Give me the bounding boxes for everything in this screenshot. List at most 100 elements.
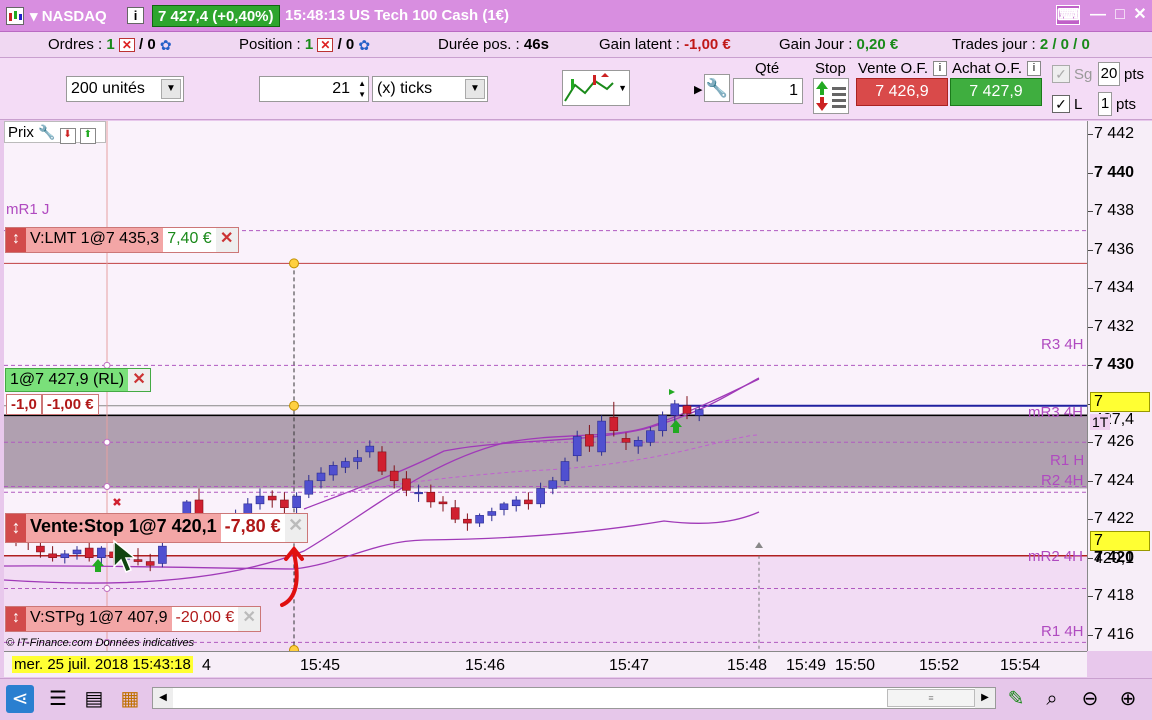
list-icon[interactable]: ☰ bbox=[44, 685, 72, 713]
y-tick-mark bbox=[1088, 634, 1093, 636]
buy-info-icon[interactable]: i bbox=[1027, 61, 1041, 76]
candle-body bbox=[511, 499, 521, 507]
candle-body bbox=[60, 553, 70, 558]
limit-order-tag[interactable]: ↕ V:LMT 1@7 435,3 7,40 € ✕ bbox=[5, 227, 239, 253]
info-icon[interactable]: i bbox=[127, 7, 144, 24]
level-handle bbox=[103, 438, 111, 446]
indicator-chart-icon bbox=[564, 73, 614, 102]
level-r3-4h: R3 4H bbox=[1041, 336, 1084, 353]
units-select[interactable]: 200 unités ▼ bbox=[66, 76, 184, 102]
y-tick-label: 7 424 bbox=[1094, 471, 1135, 489]
drag-handle-icon[interactable]: ↕ bbox=[6, 228, 26, 252]
close-button[interactable]: ✕ bbox=[1128, 5, 1152, 25]
ticks-stepper[interactable]: 21 ▲ ▼ bbox=[259, 76, 369, 102]
trades-value: 2 / 0 / 0 bbox=[1039, 36, 1090, 53]
order-handle bbox=[289, 258, 299, 269]
ticks-unit-select[interactable]: (x) ticks ▼ bbox=[372, 76, 488, 102]
candle-body bbox=[267, 495, 277, 501]
keyboard-icon[interactable]: ⌨ bbox=[1056, 5, 1080, 25]
cancel-order-icon[interactable]: ✕ bbox=[284, 514, 307, 542]
price-axis[interactable]: 7 4427 4407 4387 4367 4347 4327 4307 428… bbox=[1087, 121, 1152, 651]
stepper-arrows-icon[interactable]: ▲ ▼ bbox=[358, 78, 366, 100]
position-tag[interactable]: 1@7 427,9 (RL) ✕ bbox=[5, 368, 152, 392]
wrench-icon[interactable]: 🔧 bbox=[38, 124, 55, 140]
time-instrument: 15:48:13 US Tech 100 Cash (1€) bbox=[285, 7, 509, 24]
stop-order-button[interactable] bbox=[813, 78, 849, 114]
scroll-left-icon[interactable]: ◀ bbox=[153, 688, 173, 708]
chart-list-icon[interactable]: ▤ bbox=[80, 685, 108, 713]
scroll-right-icon[interactable]: ▶ bbox=[975, 688, 995, 708]
sell-button[interactable]: 7 426,9 bbox=[856, 78, 948, 106]
entry-flag bbox=[669, 389, 675, 395]
sg-checkbox[interactable]: ✓ bbox=[1052, 65, 1070, 83]
symbol-dropdown[interactable]: ▾ NASDAQ bbox=[30, 7, 107, 25]
cancel-orders-icon[interactable]: ✕ bbox=[118, 38, 135, 53]
candle-body bbox=[353, 457, 362, 462]
buy-button[interactable]: 7 427,9 bbox=[950, 78, 1042, 106]
y-tick-label: 7 434 bbox=[1094, 279, 1135, 297]
timer-tag: 1T bbox=[1090, 414, 1111, 430]
x-tick-label: 4 bbox=[202, 657, 211, 674]
candle-body bbox=[585, 434, 594, 447]
scroll-thumb[interactable]: ≡ bbox=[887, 689, 975, 707]
spreadsheet-icon[interactable]: ▦ bbox=[116, 685, 144, 713]
sg-input[interactable]: 20 bbox=[1098, 62, 1120, 86]
candle-body bbox=[560, 461, 570, 482]
chart-app-icon[interactable] bbox=[6, 7, 24, 25]
candle-body bbox=[255, 495, 265, 505]
move-down-icon[interactable]: ⬇ bbox=[59, 128, 76, 144]
y-tick-mark bbox=[1088, 442, 1093, 444]
candle-body bbox=[304, 480, 314, 495]
duration-value: 46s bbox=[523, 36, 549, 53]
position-settings-icon[interactable]: ✿ bbox=[358, 37, 370, 54]
candle-body bbox=[621, 438, 631, 443]
share-icon[interactable]: ⋖ bbox=[6, 685, 34, 713]
move-up-icon[interactable]: ⬆ bbox=[79, 128, 96, 144]
cancel-order-icon[interactable]: ✕ bbox=[215, 228, 238, 252]
candle-body bbox=[597, 420, 606, 453]
chart-canvas[interactable] bbox=[4, 121, 1087, 651]
chart-style-button[interactable]: ▼ bbox=[562, 70, 630, 106]
y-tick-label: 7 422 bbox=[1094, 510, 1135, 528]
zoom-out-icon[interactable]: ⊖ bbox=[1076, 685, 1104, 713]
last-price-tag: 7 427,4 bbox=[1090, 392, 1150, 428]
qty-input[interactable]: 1 bbox=[733, 78, 803, 104]
time-axis[interactable]: mer. 25 juil. 2018 15:43:18 4 15:45 15:46 1… bbox=[4, 651, 1087, 677]
y-tick-label: 7 436 bbox=[1094, 240, 1135, 258]
candle-body bbox=[48, 553, 57, 558]
duration-label: Durée pos. : bbox=[438, 36, 520, 53]
l-input[interactable]: 1 bbox=[1098, 92, 1112, 116]
orders-count-2: / 0 bbox=[139, 36, 156, 53]
cancel-order-icon[interactable]: ✕ bbox=[238, 607, 261, 631]
sell-marker bbox=[113, 498, 121, 506]
wrench-button[interactable]: 🔧 bbox=[704, 74, 730, 102]
sell-info-icon[interactable]: i bbox=[933, 61, 947, 76]
orders-settings-icon[interactable]: ✿ bbox=[160, 37, 172, 54]
chevron-down-icon: ▼ bbox=[161, 79, 181, 99]
l-checkbox[interactable]: ✓ bbox=[1052, 95, 1070, 113]
y-tick-label: 7 430 bbox=[1094, 356, 1135, 374]
position-pnl-euro: -1,00 € bbox=[41, 394, 99, 415]
drag-handle-icon[interactable]: ↕ bbox=[6, 514, 26, 542]
y-tick-label: 7 426 bbox=[1094, 433, 1135, 451]
draw-icon[interactable]: ✎ bbox=[1002, 685, 1030, 713]
y-tick-mark bbox=[1088, 211, 1093, 213]
close-position-icon[interactable]: ✕ bbox=[128, 369, 151, 391]
stop-order-tag[interactable]: ↕ Vente:Stop 1@7 420,1 -7,80 € ✕ bbox=[5, 513, 308, 543]
zoom-fit-icon[interactable]: ⌕ bbox=[1038, 685, 1066, 713]
l-label: L bbox=[1074, 96, 1083, 113]
level-handle bbox=[103, 483, 111, 491]
minimize-button[interactable]: — bbox=[1086, 5, 1110, 25]
stop-guaranteed-tag[interactable]: ↕ V:STPg 1@7 407,9 -20,00 € ✕ bbox=[5, 606, 262, 632]
drag-handle-icon[interactable]: ↕ bbox=[6, 607, 26, 631]
bottom-toolbar: ⋖ ☰ ▤ ▦ ◀ ≡ ▶ ✎ ⌕ ⊖ ⊕ bbox=[0, 678, 1152, 720]
y-tick-label: 7 432 bbox=[1094, 317, 1135, 335]
horizontal-scrollbar[interactable]: ◀ ≡ ▶ bbox=[152, 687, 996, 709]
mouse-cursor-icon bbox=[113, 539, 138, 573]
sell-price: 7 426,9 bbox=[875, 83, 929, 100]
zoom-in-icon[interactable]: ⊕ bbox=[1114, 685, 1142, 713]
price-chart[interactable]: Prix 🔧 ⬇ ⬆ mR1 J R3 4H mR3 4H R1 H R2 4H… bbox=[4, 121, 1087, 651]
panel-arrow-icon[interactable]: ▶ bbox=[694, 83, 702, 96]
close-position-icon[interactable]: ✕ bbox=[317, 38, 334, 53]
candle-body bbox=[402, 478, 411, 491]
